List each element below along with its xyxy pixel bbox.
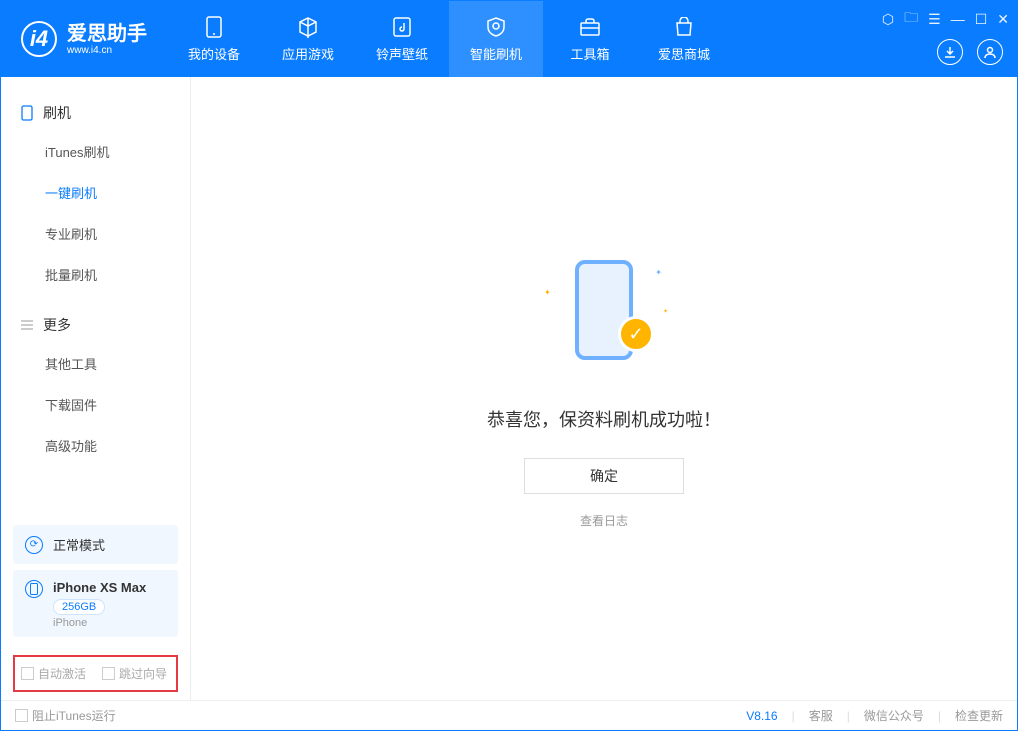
device-icon — [203, 16, 225, 38]
sidebar-item-oneclick-flash[interactable]: 一键刷机 — [1, 172, 190, 213]
sidebar-section-flash: 刷机 — [1, 95, 190, 131]
minimize-button[interactable]: — — [951, 11, 965, 27]
device-mode-box[interactable]: ⟳ 正常模式 — [13, 525, 178, 564]
lock-icon[interactable]: 🗀 — [904, 7, 918, 31]
device-name: iPhone XS Max — [53, 580, 146, 595]
mode-icon: ⟳ — [25, 536, 43, 554]
toolbox-icon — [579, 16, 601, 38]
nav-tab-toolbox[interactable]: 工具箱 — [543, 1, 637, 77]
app-header: i4 爱思助手 www.i4.cn 我的设备 应用游戏 铃声壁纸 智能刷机 工具… — [1, 1, 1017, 77]
maximize-button[interactable]: ☐ — [975, 11, 988, 28]
list-icon — [19, 317, 35, 333]
block-itunes-checkbox[interactable]: 阻止iTunes运行 — [15, 707, 116, 724]
nav-tab-ringtone[interactable]: 铃声壁纸 — [355, 1, 449, 77]
sidebar-section-more: 更多 — [1, 307, 190, 343]
phone-icon — [19, 105, 35, 121]
logo-section: i4 爱思助手 www.i4.cn — [1, 1, 167, 77]
success-message: 恭喜您，保资料刷机成功啦！ — [487, 406, 721, 432]
close-button[interactable]: ✕ — [997, 11, 1009, 28]
sidebar-item-itunes-flash[interactable]: iTunes刷机 — [1, 131, 190, 172]
ok-button[interactable]: 确定 — [524, 458, 684, 494]
skip-guide-checkbox[interactable]: 跳过向导 — [102, 665, 167, 682]
device-type: iPhone — [53, 617, 146, 629]
sidebar-item-advanced[interactable]: 高级功能 — [1, 425, 190, 466]
phone-small-icon — [25, 580, 43, 598]
store-icon — [673, 16, 695, 38]
check-badge-icon: ✓ — [618, 316, 654, 352]
sidebar-item-batch-flash[interactable]: 批量刷机 — [1, 254, 190, 295]
footer: 阻止iTunes运行 V8.16 | 客服 | 微信公众号 | 检查更新 — [1, 700, 1017, 730]
cube-icon — [297, 16, 319, 38]
version-label: V8.16 — [746, 709, 777, 723]
app-name: 爱思助手 — [67, 23, 147, 45]
sidebar-item-other-tools[interactable]: 其他工具 — [1, 343, 190, 384]
nav-tab-device[interactable]: 我的设备 — [167, 1, 261, 77]
window-controls: ⬡ 🗀 ☰ — ☐ ✕ — [882, 7, 1009, 31]
shirt-icon[interactable]: ⬡ — [882, 11, 894, 28]
download-icon[interactable] — [937, 39, 963, 65]
sidebar-item-pro-flash[interactable]: 专业刷机 — [1, 213, 190, 254]
body-area: 刷机 iTunes刷机 一键刷机 专业刷机 批量刷机 更多 其他工具 下载固件 … — [1, 77, 1017, 700]
auto-activate-checkbox[interactable]: 自动激活 — [21, 665, 86, 682]
success-illustration: ✦ ✦ ✦ ✓ — [534, 248, 674, 388]
nav-tab-apps[interactable]: 应用游戏 — [261, 1, 355, 77]
device-capacity: 256GB — [53, 599, 105, 615]
user-icon[interactable] — [977, 39, 1003, 65]
support-link[interactable]: 客服 — [809, 707, 833, 724]
nav-tab-store[interactable]: 爱思商城 — [637, 1, 731, 77]
app-url: www.i4.cn — [67, 45, 147, 56]
music-icon — [391, 16, 413, 38]
check-update-link[interactable]: 检查更新 — [955, 707, 1003, 724]
main-content: ✦ ✦ ✦ ✓ 恭喜您，保资料刷机成功啦！ 确定 查看日志 — [191, 77, 1017, 700]
sidebar: 刷机 iTunes刷机 一键刷机 专业刷机 批量刷机 更多 其他工具 下载固件 … — [1, 77, 191, 700]
device-info-box[interactable]: iPhone XS Max 256GB iPhone — [13, 570, 178, 637]
sidebar-item-download-firmware[interactable]: 下载固件 — [1, 384, 190, 425]
shield-icon — [485, 16, 507, 38]
nav-tabs: 我的设备 应用游戏 铃声壁纸 智能刷机 工具箱 爱思商城 — [167, 1, 731, 77]
view-log-link[interactable]: 查看日志 — [580, 512, 628, 529]
menu-icon[interactable]: ☰ — [928, 11, 941, 28]
wechat-link[interactable]: 微信公众号 — [864, 707, 924, 724]
header-action-icons — [937, 39, 1003, 65]
nav-tab-flash[interactable]: 智能刷机 — [449, 1, 543, 77]
highlighted-options: 自动激活 跳过向导 — [13, 655, 178, 692]
logo-icon: i4 — [21, 21, 57, 57]
